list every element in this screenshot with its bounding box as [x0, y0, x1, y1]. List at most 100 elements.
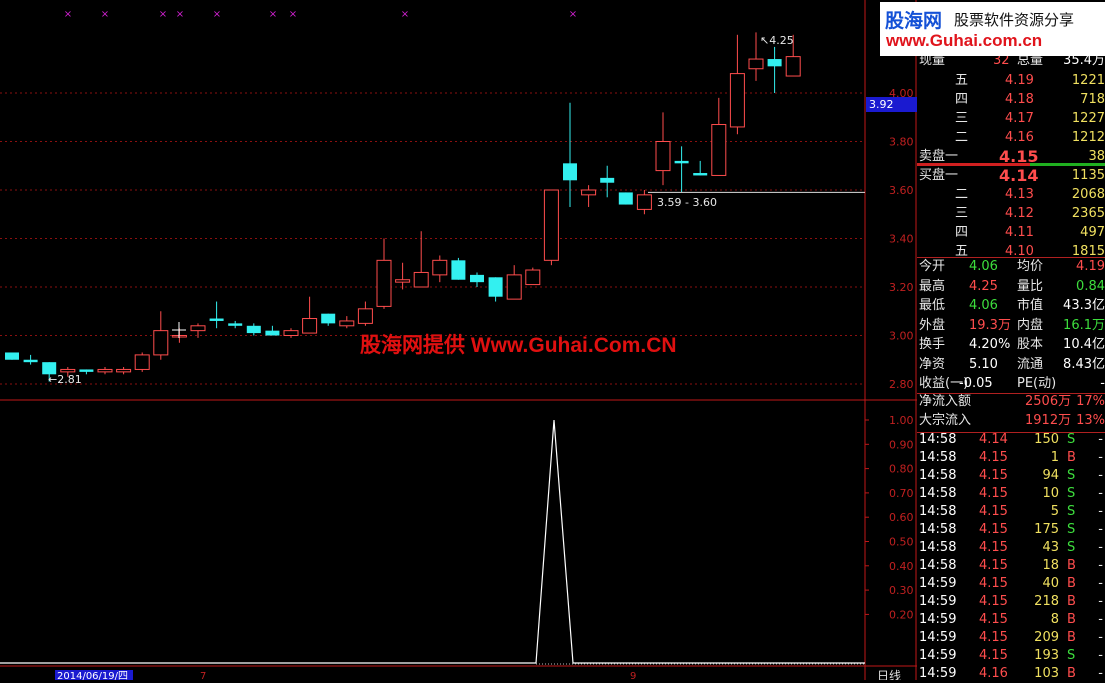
stat-label: PE(动) [1017, 376, 1057, 391]
stat-label: 股本 [1017, 337, 1044, 352]
tick-dash: - [1098, 504, 1103, 519]
logo-brand: 股海网 [885, 10, 943, 32]
stat-row: 净资 5.10 流通 8.43亿 [917, 356, 1105, 374]
candle-body-up [116, 368, 132, 373]
candle-body-down [674, 160, 689, 164]
candle-body-down [451, 260, 466, 280]
ask-row: 五 4.19 1221 [917, 72, 1105, 90]
event-marker: × [101, 9, 109, 20]
price-tick-label: 3.60 [889, 184, 914, 197]
candle-body-up [655, 141, 671, 172]
tick-volume: 218 [1034, 594, 1059, 609]
tick-row: 14:59 4.15 40 B - [917, 575, 1105, 593]
candle-body-up [395, 279, 411, 283]
candle-body-down [600, 177, 615, 183]
tick-row: 14:58 4.15 1 B - [917, 449, 1105, 467]
tick-price: 4.15 [979, 540, 1008, 555]
bid-price: 4.14 [999, 166, 1039, 185]
event-marker: × [159, 9, 167, 20]
tick-row: 14:59 4.15 209 B - [917, 629, 1105, 647]
ask-price: 4.19 [1005, 73, 1034, 88]
period-label: 日线 [877, 669, 901, 680]
tick-volume: 43 [1042, 540, 1059, 555]
bid-level-label: 二 [955, 187, 969, 202]
candle-body-up [376, 259, 392, 307]
stat-value: 4.25 [969, 278, 998, 294]
tick-side: S [1067, 504, 1076, 519]
stat-row: 最高 4.25 量比 0.84 [917, 278, 1105, 296]
stat-value: 4.20% [969, 337, 1011, 352]
tick-row: 14:58 4.15 18 B - [917, 557, 1105, 575]
stat-value: 16.1万 [1063, 317, 1105, 333]
tick-dash: - [1098, 612, 1103, 627]
tick-row: 14:59 4.15 193 S - [917, 647, 1105, 665]
ask-level-label: 二 [955, 130, 969, 145]
price-tick-label: 3.20 [889, 281, 914, 294]
event-marker: × [569, 9, 577, 20]
indicator-tick-label: 0.20 [889, 608, 914, 621]
stat-value: - [1100, 376, 1105, 391]
tick-price: 4.15 [979, 576, 1008, 591]
tick-volume: 18 [1042, 558, 1059, 573]
ask-row: 三 4.17 1227 [917, 110, 1105, 128]
candle-body-up [748, 58, 764, 70]
bid-volume: 2365 [1071, 206, 1105, 221]
tick-side: S [1067, 468, 1076, 483]
candle-body-up [525, 269, 541, 286]
candle-body-down [563, 163, 577, 181]
stat-value: 10.4亿 [1063, 337, 1105, 352]
candle-body-up [283, 330, 299, 336]
candle-body-up [432, 259, 448, 276]
ask-price: 4.16 [1005, 130, 1034, 145]
candle-body-down [23, 359, 38, 363]
flow-label: 净流入额 [919, 394, 972, 409]
candle-body-down [79, 369, 94, 372]
tick-side: B [1067, 666, 1076, 681]
tick-row: 14:58 4.15 5 S - [917, 503, 1105, 521]
tick-volume: 10 [1042, 486, 1059, 501]
tick-side: S [1067, 522, 1076, 537]
low-annotation: ←2.81 [48, 373, 82, 386]
tick-time: 14:58 [919, 450, 957, 465]
tick-time: 14:58 [919, 468, 957, 483]
stat-label: 净资 [919, 356, 946, 372]
tick-row: 14:59 4.15 8 B - [917, 611, 1105, 629]
tick-dash: - [1098, 558, 1103, 573]
bid-level-label: 三 [955, 206, 969, 221]
price-tick-label: 2.80 [889, 378, 914, 391]
tick-dash: - [1098, 540, 1103, 555]
ask-level-label: 四 [955, 92, 969, 107]
candle-body-down [209, 318, 224, 321]
tick-side: B [1067, 612, 1076, 627]
tick-volume: 94 [1042, 468, 1059, 483]
bid-row: 三 4.12 2365 [917, 205, 1105, 223]
tick-time: 14:58 [919, 432, 957, 447]
tick-price: 4.15 [979, 486, 1008, 501]
candle-body-up [60, 368, 76, 373]
event-marker: × [213, 9, 221, 20]
candle-body-up [506, 274, 522, 300]
bid-row: 二 4.13 2068 [917, 186, 1105, 204]
tick-time: 14:59 [919, 576, 957, 591]
ask-volume: 718 [1080, 92, 1105, 107]
bid-volume: 497 [1080, 225, 1105, 240]
stat-row: 今开 4.06 均价 4.19 [917, 258, 1105, 276]
candle-body-up [543, 189, 559, 261]
candle-body-down [618, 192, 633, 205]
ask-volume: 1221 [1071, 73, 1105, 88]
stat-value: 4.06 [969, 298, 998, 313]
bid-row: 四 4.11 497 [917, 224, 1105, 242]
candle-body-up [190, 325, 206, 332]
indicator-tick-label: 0.50 [889, 536, 914, 549]
tick-volume: 103 [1034, 666, 1059, 681]
tick-side: B [1067, 558, 1076, 573]
stat-label: 最高 [919, 278, 946, 294]
stat-value: 43.3亿 [1063, 298, 1105, 313]
event-marker: × [289, 9, 297, 20]
tick-row: 14:58 4.15 10 S - [917, 485, 1105, 503]
watermark-text: 股海网提供 Www.Guhai.Com.CN [360, 334, 677, 357]
bid-row: 买盘一 4.14 1135 [917, 167, 1105, 185]
tick-row: 14:58 4.15 43 S - [917, 539, 1105, 557]
tick-volume: 175 [1034, 522, 1059, 537]
stat-label: 流通 [1017, 356, 1044, 372]
